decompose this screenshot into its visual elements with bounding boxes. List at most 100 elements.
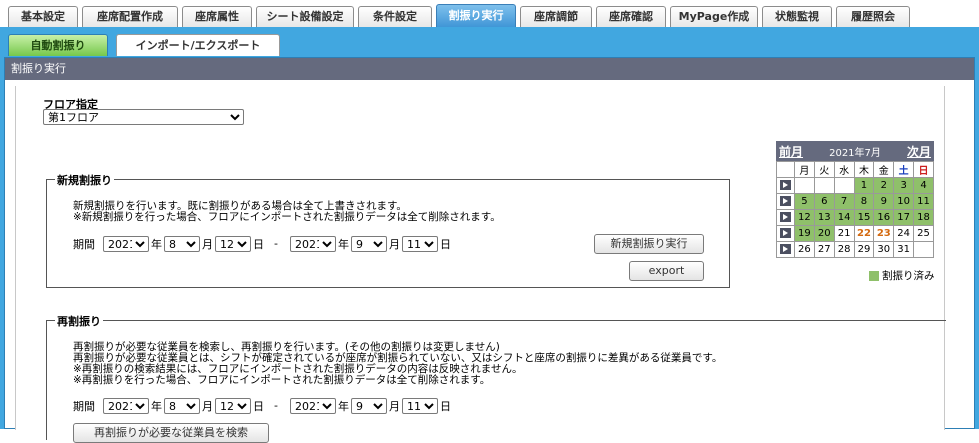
- section-title: 割振り実行: [5, 58, 974, 80]
- calendar-day[interactable]: 10: [893, 193, 915, 210]
- calendar-day[interactable]: 27: [813, 241, 835, 258]
- calendar-day[interactable]: 24: [893, 225, 915, 242]
- tab-basic-settings[interactable]: 基本設定: [8, 6, 78, 28]
- to-day-select[interactable]: 11: [401, 235, 438, 252]
- calendar-day[interactable]: 8: [853, 193, 875, 210]
- calendar-legend: 割振り済み: [869, 268, 935, 283]
- calendar-week-row: 5 6 7 8 9 10 11: [776, 193, 934, 210]
- calendar-day[interactable]: 12: [794, 209, 815, 226]
- calendar-day[interactable]: 19: [794, 225, 815, 242]
- export-button[interactable]: export: [629, 261, 704, 281]
- calendar-prev-month-link[interactable]: 前月: [779, 143, 803, 160]
- calendar-day[interactable]: 6: [813, 193, 835, 210]
- calendar-day[interactable]: 7: [833, 193, 855, 210]
- tab-conditions[interactable]: 条件設定: [358, 6, 432, 28]
- to-month-select[interactable]: 9: [350, 235, 387, 252]
- week-select-button[interactable]: [776, 241, 795, 258]
- month-unit: 月: [202, 399, 213, 413]
- month-unit: 月: [388, 399, 400, 413]
- reallocation-legend: 再割振り: [55, 313, 103, 329]
- calendar-day[interactable]: 16: [873, 209, 895, 226]
- floor-select[interactable]: 第1フロア: [43, 109, 244, 125]
- new-allocation-execute-button[interactable]: 新規割振り実行: [594, 234, 704, 254]
- calendar-day[interactable]: 4: [913, 177, 934, 194]
- weekday-header: 木: [853, 161, 875, 178]
- play-icon: [780, 228, 791, 238]
- calendar-day[interactable]: 15: [853, 209, 875, 226]
- new-allocation-period: 期間 2021 年 8 月 12 日 - 2021 年 9 月 11 日: [73, 235, 451, 252]
- tab-sheet-equipment[interactable]: シート設備設定: [256, 6, 354, 28]
- calendar-day[interactable]: 21: [833, 225, 855, 242]
- subtab-auto-allocation[interactable]: 自動割振り: [8, 34, 108, 56]
- calendar-day[interactable]: 26: [794, 241, 815, 258]
- reallocation-desc-4: ※再割振りを行った場合、フロアにインポートされた割振りデータは全て削除されます。: [73, 374, 491, 386]
- mini-calendar: 前月 2021年7月 次月 月 火 水 木 金 土 日 1 2 3 4 5 6: [776, 141, 934, 258]
- calendar-week-row: 19 20 21 22 23 24 25: [776, 225, 934, 242]
- tab-status-monitor[interactable]: 状態監視: [762, 6, 832, 28]
- tab-allocation-execute[interactable]: 割振り実行: [436, 4, 516, 28]
- subtab-import-export[interactable]: インポート/エクスポート: [116, 34, 280, 56]
- calendar-day[interactable]: 14: [833, 209, 855, 226]
- tab-seat-confirm[interactable]: 座席確認: [596, 6, 666, 28]
- from-month-select[interactable]: 8: [164, 397, 200, 414]
- calendar-day[interactable]: 5: [794, 193, 815, 210]
- calendar-day[interactable]: 1: [853, 177, 875, 194]
- to-month-select[interactable]: 9: [350, 397, 387, 414]
- calendar-day: [913, 241, 934, 258]
- calendar-day[interactable]: 20: [813, 225, 835, 242]
- calendar-day[interactable]: 23: [873, 225, 895, 242]
- from-month-select[interactable]: 8: [164, 235, 200, 252]
- calendar-day[interactable]: 3: [893, 177, 915, 194]
- day-unit: 日: [439, 399, 451, 413]
- allocation-form: フロア指定 第1フロア 新規割振り 新規割振りを行います。既に割振りがある場合は…: [15, 86, 946, 443]
- calendar-day[interactable]: 30: [873, 241, 895, 258]
- calendar-day[interactable]: 11: [913, 193, 934, 210]
- week-select-button[interactable]: [776, 225, 795, 242]
- tab-history[interactable]: 履歴照会: [836, 6, 910, 28]
- week-select-button[interactable]: [776, 209, 795, 226]
- month-unit: 月: [388, 237, 400, 251]
- calendar-weekday-row: 月 火 水 木 金 土 日: [776, 161, 934, 178]
- week-select-button[interactable]: [776, 193, 795, 210]
- reallocation-period: 期間 2021 年 8 月 12 日 - 2021 年 9 月 11 日: [73, 397, 451, 414]
- calendar-day[interactable]: 2: [873, 177, 895, 194]
- calendar-day[interactable]: 9: [873, 193, 895, 210]
- from-day-select[interactable]: 12: [215, 235, 251, 252]
- calendar-day: [813, 177, 835, 194]
- day-unit: 日: [439, 237, 451, 251]
- new-allocation-desc-2: ※新規割振りを行った場合、フロアにインポートされた割振りデータは全て削除されます…: [73, 211, 501, 223]
- calendar-day[interactable]: 28: [833, 241, 855, 258]
- to-day-select[interactable]: 11: [401, 397, 438, 414]
- calendar-day[interactable]: 29: [853, 241, 875, 258]
- period-label: 期間: [73, 237, 95, 251]
- new-allocation-group: 新規割振り 新規割振りを行います。既に割振りがある場合は全て上書きされます。 ※…: [46, 172, 730, 288]
- calendar-title: 2021年7月: [829, 147, 881, 159]
- calendar-day[interactable]: 18: [913, 209, 934, 226]
- from-year-select[interactable]: 2021: [103, 235, 149, 252]
- year-unit: 年: [151, 237, 162, 251]
- tab-seat-adjust[interactable]: 座席調節: [520, 6, 592, 28]
- new-allocation-legend: 新規割振り: [55, 172, 114, 188]
- tab-mypage-create[interactable]: MyPage作成: [670, 6, 758, 28]
- from-year-select[interactable]: 2021: [103, 397, 149, 414]
- tab-seat-layout[interactable]: 座席配置作成: [82, 6, 178, 28]
- calendar-day[interactable]: 17: [893, 209, 915, 226]
- calendar-day[interactable]: 31: [893, 241, 915, 258]
- tab-seat-attributes[interactable]: 座席属性: [182, 6, 252, 28]
- week-select-button[interactable]: [776, 177, 795, 194]
- play-icon: [780, 180, 791, 190]
- period-label: 期間: [73, 399, 95, 413]
- search-reallocation-button[interactable]: 再割振りが必要な従業員を検索: [73, 423, 269, 443]
- calendar-day[interactable]: 25: [913, 225, 934, 242]
- calendar-day: [794, 177, 815, 194]
- calendar-day[interactable]: 22: [853, 225, 875, 242]
- to-year-select[interactable]: 2021: [289, 397, 336, 414]
- calendar-week-row: 26 27 28 29 30 31: [776, 241, 934, 258]
- play-icon: [780, 196, 791, 206]
- allocated-swatch: [869, 270, 879, 281]
- month-unit: 月: [202, 237, 213, 251]
- from-day-select[interactable]: 12: [215, 397, 251, 414]
- calendar-next-month-link[interactable]: 次月: [907, 143, 931, 160]
- calendar-day[interactable]: 13: [813, 209, 835, 226]
- to-year-select[interactable]: 2021: [289, 235, 336, 252]
